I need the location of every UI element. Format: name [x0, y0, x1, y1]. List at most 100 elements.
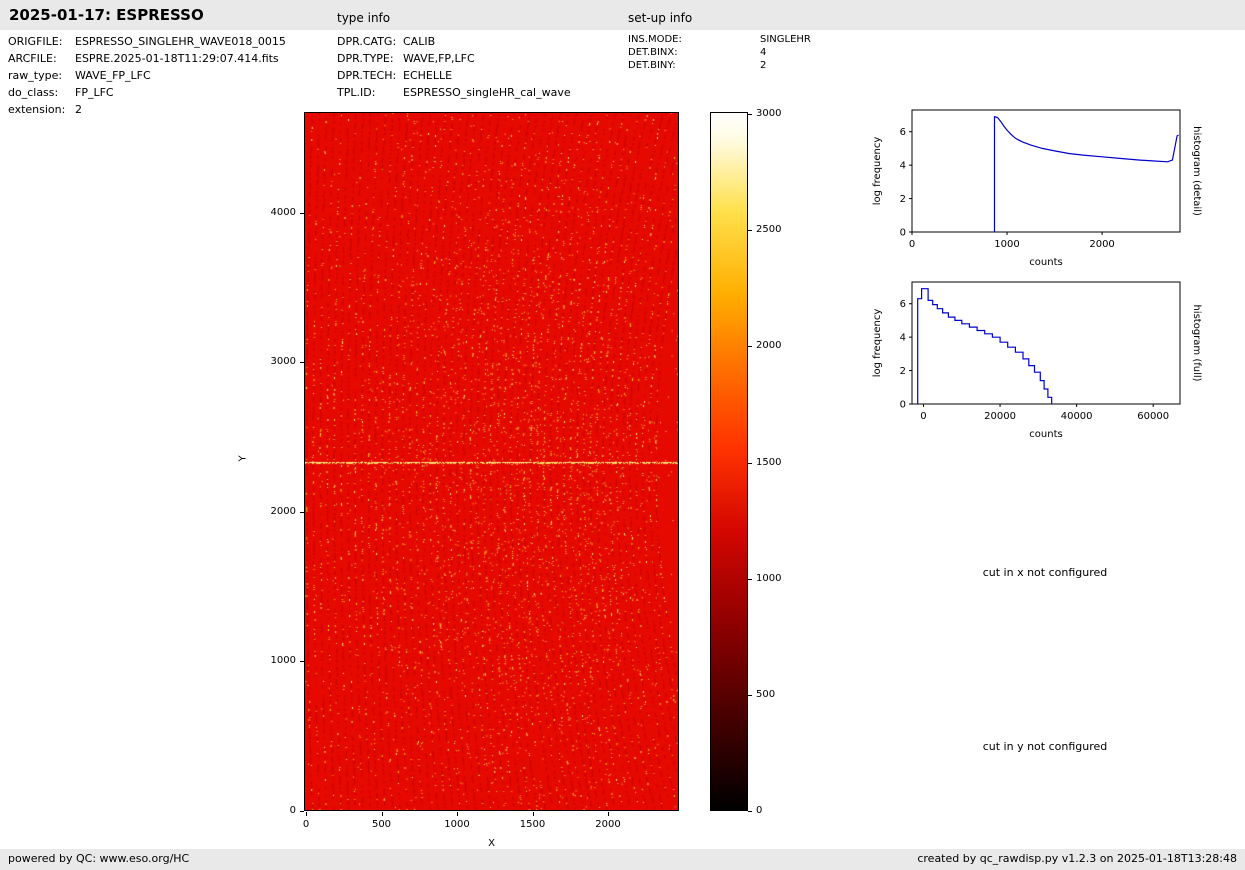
tick-label: 60000 [1137, 411, 1169, 422]
tick-label: 6 [900, 127, 906, 138]
xlabel: counts [1029, 429, 1062, 440]
meta-label: ARCFILE: [8, 52, 57, 65]
tick-mark [748, 811, 752, 812]
meta-row-arcfile: ARCFILE: ESPRE.2025-01-18T11:29:07.414.fi… [8, 50, 286, 67]
tick-mark [608, 812, 610, 816]
meta-label: ORIGFILE: [8, 35, 63, 48]
tick-label: 1000 [270, 655, 296, 667]
tick-label: 1000 [756, 572, 782, 584]
meta-row-detbinx: DET.BINX: 4 [628, 46, 811, 59]
type-info-heading: type info [337, 11, 391, 25]
tick-mark [532, 812, 534, 816]
meta-label: do_class: [8, 86, 59, 99]
meta-label: extension: [8, 103, 66, 116]
tick-label: 1500 [519, 819, 546, 830]
main-plot-xlabel: X [488, 838, 495, 849]
tick-label: 0 [756, 805, 763, 816]
footer-credit-qc: powered by QC: www.eso.org/HC [8, 852, 190, 865]
tick-mark [748, 230, 752, 232]
setup-info-block: INS.MODE: SINGLEHR DET.BINX: 4 DET.BINY: 2 [628, 33, 811, 72]
tick-label: 2000 [270, 505, 296, 517]
tick-label: 500 [756, 688, 776, 700]
meta-value: ESPRE.2025-01-18T11:29:07.414.fits [75, 52, 279, 65]
tick-label: 4 [900, 333, 906, 344]
tick-label: 2 [900, 194, 906, 205]
tick-mark [457, 812, 458, 816]
raw-detector-image-canvas [305, 113, 678, 810]
tick-mark [748, 462, 752, 464]
plot-frame [911, 281, 1181, 405]
ylabel: log frequency [872, 137, 883, 206]
histogram-line [917, 288, 1053, 404]
tick-label: 0 [289, 805, 296, 816]
meta-label: DPR.TECH: [337, 69, 397, 82]
histogram-detail-svg: 0 1000 2000 0 2 4 6 counts log frequency histogra… [872, 109, 1202, 268]
meta-row-tplid: TPL.ID: ESPRESSO_singleHR_cal_wave [337, 84, 571, 101]
meta-label: DET.BINX: [628, 47, 678, 58]
meta-value: ESPRESSO_SINGLEHR_WAVE018_0015 [75, 35, 286, 48]
tick-label: 3000 [270, 356, 296, 368]
tick-label: 0 [920, 411, 926, 422]
right-label: histogram (full) [1191, 304, 1202, 381]
meta-value: FP_LFC [75, 86, 114, 99]
tick-label: 0 [900, 400, 906, 411]
cut-x-message: cut in x not configured [982, 566, 1108, 579]
meta-value: CALIB [403, 35, 436, 48]
tick-mark [300, 811, 304, 812]
tick-label: 0 [909, 239, 915, 250]
page-title: 2025-01-17: ESPRESSO [9, 6, 204, 24]
plot-frame [911, 109, 1181, 233]
meta-label: INS.MODE: [628, 34, 682, 45]
meta-row-insmode: INS.MODE: SINGLEHR [628, 33, 811, 46]
histogram-line [993, 115, 1179, 232]
meta-value: ECHELLE [403, 69, 453, 82]
meta-label: TPL.ID: [337, 86, 376, 99]
tick-label: 0 [900, 228, 906, 239]
tick-label: 2500 [756, 224, 782, 236]
tick-mark [306, 812, 307, 816]
type-info-block: DPR.CATG: CALIB DPR.TYPE: WAVE,FP,LFC DPR.… [337, 33, 571, 101]
tick-mark [748, 694, 752, 696]
meta-row-doclass: do_class: FP_LFC [8, 84, 286, 101]
tick-label: 2000 [595, 819, 621, 830]
tick-label: 1500 [756, 456, 782, 468]
meta-value: WAVE,FP,LFC [403, 52, 475, 65]
meta-row-origfile: ORIGFILE: ESPRESSO_SINGLEHR_WAVE018_0015 [8, 33, 286, 50]
tick-label: 2000 [1089, 239, 1114, 250]
meta-value: SINGLEHR [760, 34, 811, 45]
meta-value: 2 [760, 60, 767, 71]
raw-detector-image-plot [304, 112, 679, 811]
setup-info-heading: set-up info [628, 11, 693, 25]
meta-value: WAVE_FP_LFC [75, 69, 151, 82]
tick-label: 40000 [1061, 411, 1093, 422]
meta-row-dprtech: DPR.TECH: ECHELLE [337, 67, 571, 84]
meta-value: ESPRESSO_singleHR_cal_wave [403, 86, 571, 99]
colorbar [710, 112, 748, 811]
tick-label: 2 [900, 366, 906, 377]
meta-row-dprcatg: DPR.CATG: CALIB [337, 33, 571, 50]
file-info-block: ORIGFILE: ESPRESSO_SINGLEHR_WAVE018_0015 … [8, 33, 286, 118]
meta-row-rawtype: raw_type: WAVE_FP_LFC [8, 67, 286, 84]
tick-label: 500 [371, 819, 392, 830]
tick-label: 0 [302, 819, 310, 830]
tick-label: 3000 [756, 108, 782, 119]
tick-mark [748, 114, 752, 115]
tick-mark [381, 812, 383, 816]
tick-mark [748, 578, 752, 580]
histogram-full-svg: 0 20000 40000 60000 0 2 4 6 counts log frequency h… [872, 281, 1202, 440]
meta-value: 4 [760, 47, 767, 58]
meta-row-extension: extension: 2 [8, 101, 286, 118]
histogram-detail-plot: 0 1000 2000 0 2 4 6 counts log frequency histogra… [862, 105, 1207, 285]
meta-label: raw_type: [8, 69, 63, 82]
tick-label: 4 [900, 161, 906, 172]
tick-label: 1000 [444, 819, 470, 830]
tick-mark [748, 346, 752, 348]
tick-label: 20000 [984, 411, 1016, 422]
header-bar: 2025-01-17: ESPRESSO type info set-up in… [0, 0, 1245, 30]
meta-row-dprtype: DPR.TYPE: WAVE,FP,LFC [337, 50, 571, 67]
main-plot-ylabel: Y [237, 455, 249, 462]
histogram-full-plot: 0 20000 40000 60000 0 2 4 6 counts log frequency h… [862, 277, 1207, 457]
meta-value: 2 [75, 103, 82, 116]
tick-label: 2000 [756, 340, 782, 352]
meta-label: DPR.TYPE: [337, 52, 394, 65]
